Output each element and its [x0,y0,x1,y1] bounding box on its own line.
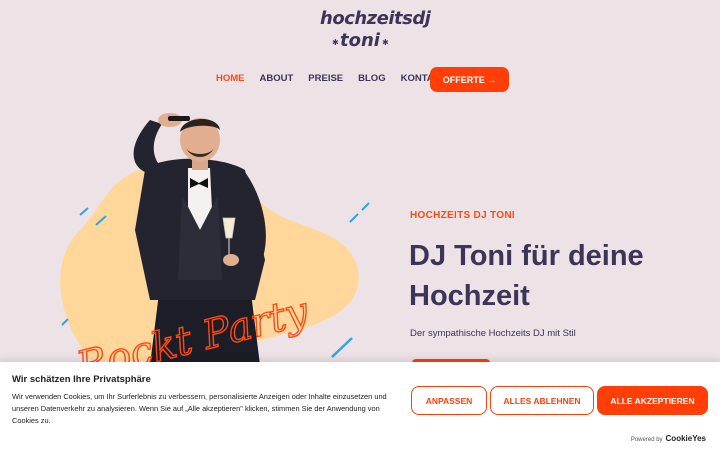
cookie-accept-button[interactable]: ALLE AKZEPTIEREN [597,386,708,415]
cookie-banner: Wir schätzen Ihre Privatsphäre Wir verwe… [0,362,720,450]
nav-blog[interactable]: BLOG [358,73,385,85]
offerte-button[interactable]: OFFERTE → [430,67,509,92]
cookie-reject-button[interactable]: ALLES ABLEHNEN [490,386,594,415]
main-nav: HOME ABOUT PREISE BLOG KONTAKT [216,73,461,85]
hero-subline: Der sympathische Hochzeits DJ mit Stil [410,328,576,339]
powered-by-label: Powered by [630,437,663,443]
nav-about[interactable]: ABOUT [260,73,294,85]
cookie-title: Wir schätzen Ihre Privatsphäre [12,374,151,385]
logo-star-icon: ✱ [382,38,389,47]
hero-image: Rockt Party [50,110,380,365]
deco-line [61,318,69,326]
deco-line [361,202,370,211]
sunglasses [168,116,190,121]
logo-text-top: hochzeitsdj [320,8,431,29]
hero-eyebrow: HOCHZEITS DJ TONI [410,210,515,221]
nav-preise[interactable]: PREISE [308,73,343,85]
cookieyes-logo[interactable]: CookieYes [666,434,706,443]
logo-text-bottom: toni [340,30,380,51]
hero-headline: DJ Toni für deine Hochzeit [409,240,644,312]
cookie-description: Wir verwenden Cookies, um Ihr Surferlebn… [12,392,387,425]
deco-line [331,337,353,358]
powered-by: Powered by CookieYes [631,434,706,443]
deco-line [79,207,89,216]
hero-illustration: Rockt Party [60,113,370,365]
cookie-customize-button[interactable]: ANPASSEN [411,386,487,415]
person-arm-raised [133,120,162,172]
site-logo[interactable]: hochzeitsdj ✱ toni ✱ [318,4,431,54]
nav-home[interactable]: HOME [216,73,245,85]
logo-star-icon: ✱ [332,38,339,47]
person-hand [223,254,239,266]
deco-line [349,213,359,223]
